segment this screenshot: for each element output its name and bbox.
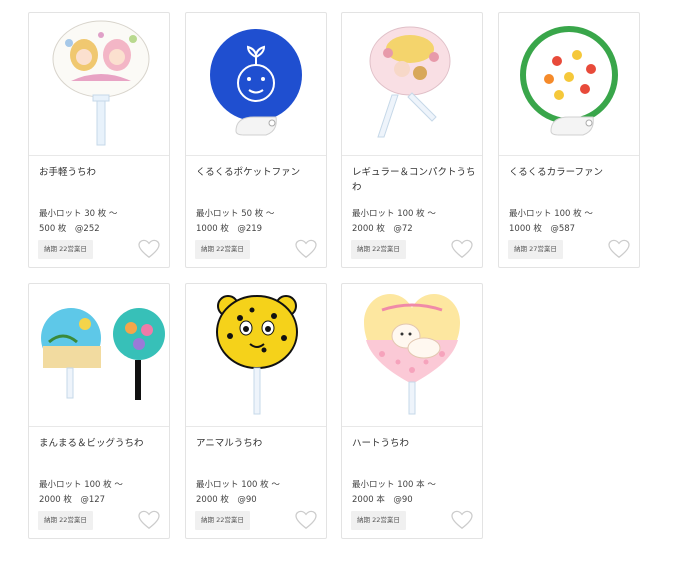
price: 2000 枚 @90 xyxy=(196,494,257,505)
favorite-heart-icon[interactable] xyxy=(138,239,160,259)
delivery-badge: 納期 22営業日 xyxy=(195,240,250,259)
product-title[interactable]: レギュラー＆コンパクトうちわ xyxy=(352,165,476,195)
favorite-heart-icon[interactable] xyxy=(608,239,630,259)
delivery-badge: 納期 22営業日 xyxy=(195,511,250,530)
price: 500 枚 @252 xyxy=(39,223,100,234)
heart-uchiwa-image[interactable] xyxy=(342,284,482,427)
delivery-badge: 納期 22営業日 xyxy=(38,511,93,530)
price: 2000 枚 @127 xyxy=(39,494,106,505)
product-card[interactable]: くるくるカラーファン 最小ロット 100 枚 ～ 1000 枚 @587 納期 … xyxy=(498,12,640,268)
product-card[interactable]: くるくるポケットファン 最小ロット 50 枚 ～ 1000 枚 @219 納期 … xyxy=(185,12,327,268)
product-title[interactable]: お手軽うちわ xyxy=(39,165,163,180)
product-card[interactable]: アニマルうちわ 最小ロット 100 枚 ～ 2000 枚 @90 納期 22営業… xyxy=(185,283,327,539)
min-lot: 最小ロット 50 枚 ～ xyxy=(196,209,275,219)
min-lot: 最小ロット 100 枚 ～ xyxy=(39,480,123,490)
delivery-badge: 納期 22営業日 xyxy=(38,240,93,259)
delivery-badge: 納期 27営業日 xyxy=(508,240,563,259)
price: 2000 本 @90 xyxy=(352,494,413,505)
product-card[interactable]: お手軽うちわ 最小ロット 30 枚 ～ 500 枚 @252 納期 22営業日 xyxy=(28,12,170,268)
favorite-heart-icon[interactable] xyxy=(295,239,317,259)
lot-info: 最小ロット 100 本 ～ 2000 本 @90 xyxy=(352,478,436,507)
delivery-badge: 納期 22営業日 xyxy=(351,240,406,259)
regular-uchiwa-image[interactable] xyxy=(342,13,482,156)
lot-info: 最小ロット 50 枚 ～ 1000 枚 @219 xyxy=(196,207,274,236)
min-lot: 最小ロット 100 枚 ～ xyxy=(509,209,593,219)
product-title[interactable]: くるくるカラーファン xyxy=(509,165,633,180)
price: 1000 枚 @219 xyxy=(196,223,263,234)
character-uchiwa-image[interactable] xyxy=(29,13,169,156)
favorite-heart-icon[interactable] xyxy=(295,510,317,530)
favorite-heart-icon[interactable] xyxy=(451,239,473,259)
product-title[interactable]: くるくるポケットファン xyxy=(196,165,320,180)
product-title[interactable]: ハートうちわ xyxy=(352,436,476,451)
min-lot: 最小ロット 30 枚 ～ xyxy=(39,209,118,219)
lot-info: 最小ロット 100 枚 ～ 2000 枚 @127 xyxy=(39,478,123,507)
product-title[interactable]: まんまる＆ビッグうちわ xyxy=(39,436,163,451)
min-lot: 最小ロット 100 枚 ～ xyxy=(196,480,280,490)
price: 1000 枚 @587 xyxy=(509,223,576,234)
lot-info: 最小ロット 100 枚 ～ 1000 枚 @587 xyxy=(509,207,593,236)
lot-info: 最小ロット 100 枚 ～ 2000 枚 @72 xyxy=(352,207,436,236)
price: 2000 枚 @72 xyxy=(352,223,413,234)
round-big-uchiwa-image[interactable] xyxy=(29,284,169,427)
lot-info: 最小ロット 100 枚 ～ 2000 枚 @90 xyxy=(196,478,280,507)
green-fruit-fan-image[interactable] xyxy=(499,13,639,156)
favorite-heart-icon[interactable] xyxy=(451,510,473,530)
product-card[interactable]: レギュラー＆コンパクトうちわ 最小ロット 100 枚 ～ 2000 枚 @72 … xyxy=(341,12,483,268)
product-card[interactable]: まんまる＆ビッグうちわ 最小ロット 100 枚 ～ 2000 枚 @127 納期… xyxy=(28,283,170,539)
product-card[interactable]: ハートうちわ 最小ロット 100 本 ～ 2000 本 @90 納期 22営業日 xyxy=(341,283,483,539)
lot-info: 最小ロット 30 枚 ～ 500 枚 @252 xyxy=(39,207,117,236)
min-lot: 最小ロット 100 枚 ～ xyxy=(352,209,436,219)
blue-pocket-fan-image[interactable] xyxy=(186,13,326,156)
leopard-uchiwa-image[interactable] xyxy=(186,284,326,427)
favorite-heart-icon[interactable] xyxy=(138,510,160,530)
delivery-badge: 納期 22営業日 xyxy=(351,511,406,530)
product-title[interactable]: アニマルうちわ xyxy=(196,436,320,451)
min-lot: 最小ロット 100 本 ～ xyxy=(352,480,436,490)
